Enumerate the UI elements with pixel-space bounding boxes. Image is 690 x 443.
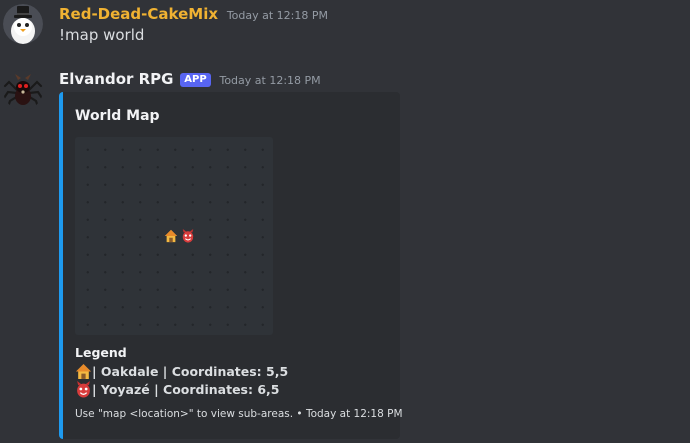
app-badge: APP: [180, 73, 211, 87]
embed-title: World Map: [75, 108, 160, 124]
message-timestamp: Today at 12:18 PM: [226, 9, 328, 22]
message-header: Elvandor RPG APP Today at 12:18 PM: [59, 69, 321, 91]
message-header: Red-Dead-CakeMix Today at 12:18 PM: [59, 4, 328, 26]
spider-avatar-icon: [3, 74, 43, 109]
penguin-top-hat-avatar-icon: [3, 4, 43, 44]
legend-row-yoyaze: | Yoyazé | Coordinates: 6,5: [75, 381, 279, 399]
house-icon: [164, 229, 178, 243]
embed-footer: Use "map <location>" to view sub-areas. …: [75, 408, 403, 420]
bot-avatar[interactable]: [3, 70, 43, 110]
message-timestamp: Today at 12:18 PM: [219, 74, 321, 87]
legend-title: Legend: [75, 345, 127, 360]
house-icon: [76, 364, 91, 379]
demon-face-icon: [77, 381, 90, 398]
user-avatar[interactable]: [3, 4, 43, 44]
message-content: !map world: [59, 26, 145, 44]
legend-text: | Yoyazé | Coordinates: 6,5: [92, 382, 280, 397]
username[interactable]: Elvandor RPG: [59, 70, 174, 88]
legend-text: | Oakdale | Coordinates: 5,5: [92, 364, 289, 379]
demon-face-icon: [182, 229, 194, 243]
world-map-image[interactable]: [75, 137, 273, 335]
embed-card: World Map Legend | Oakdale | Coordinates…: [59, 92, 403, 439]
username[interactable]: Red-Dead-CakeMix: [59, 5, 218, 23]
legend-row-oakdale: | Oakdale | Coordinates: 5,5: [75, 363, 288, 381]
